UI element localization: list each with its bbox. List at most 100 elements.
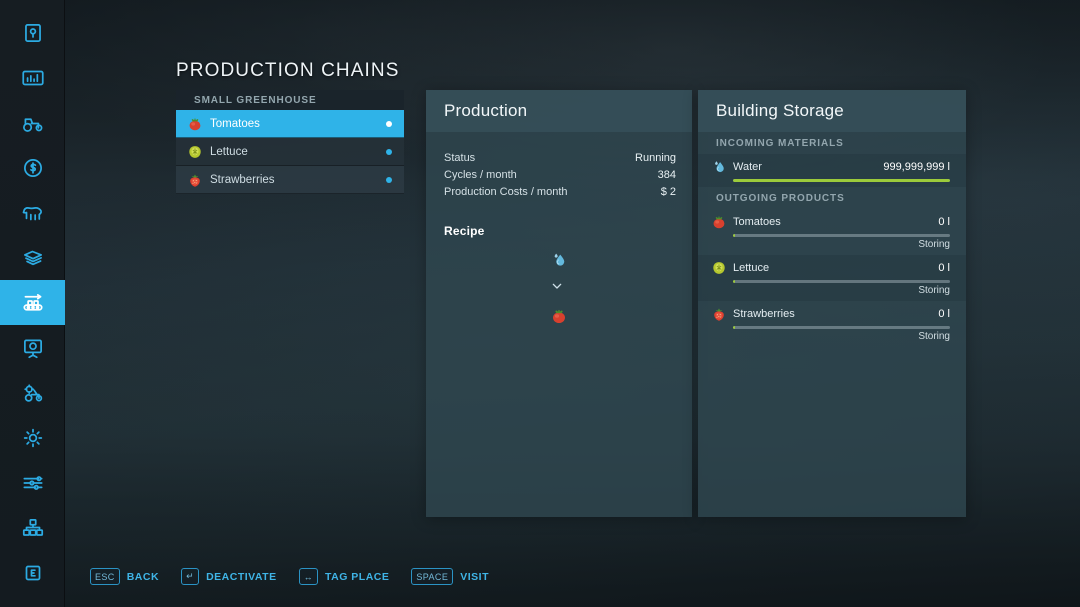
sidebar-item-animals[interactable] bbox=[0, 190, 65, 235]
production-stat-label: Cycles / month bbox=[444, 169, 517, 181]
statistics-icon bbox=[20, 65, 46, 91]
ai-worker-icon bbox=[20, 335, 46, 361]
incoming-materials-list: Water999,999,999 l bbox=[698, 154, 966, 187]
storage-item-amount: 0 l bbox=[938, 262, 950, 274]
production-panel-title: Production bbox=[426, 90, 692, 132]
storage-fill-bar bbox=[733, 326, 950, 329]
storage-row: Lettuce0 l Storing bbox=[698, 255, 966, 301]
sidebar-item-ai-worker[interactable] bbox=[0, 325, 65, 370]
production-list-item[interactable]: Strawberries bbox=[176, 166, 404, 194]
hotkey-key: ↵ bbox=[181, 568, 199, 585]
tomato-icon bbox=[186, 115, 204, 133]
page-title: PRODUCTION CHAINS bbox=[176, 60, 400, 82]
hotkey-deactivate[interactable]: ↵ DEACTIVATE bbox=[181, 568, 277, 585]
production-group-header: SMALL GREENHOUSE bbox=[176, 90, 404, 110]
storage-item-state: Storing bbox=[710, 239, 950, 250]
sidebar-item-vehicles[interactable] bbox=[0, 100, 65, 145]
recipe-heading: Recipe bbox=[426, 224, 692, 238]
production-stat-value: Running bbox=[635, 152, 676, 164]
settings-gear-icon bbox=[20, 425, 46, 451]
production-stats: Status Running Cycles / month 384 Production… bbox=[426, 149, 692, 200]
storage-fill-bar bbox=[733, 280, 950, 283]
production-list-item[interactable]: Tomatoes bbox=[176, 110, 404, 138]
tomato-icon bbox=[549, 313, 569, 330]
water-drop-icon bbox=[710, 158, 728, 176]
game-settings-icon bbox=[20, 470, 46, 496]
storage-row: Tomatoes0 l Storing bbox=[698, 209, 966, 255]
storage-row: Strawberries0 l Storing bbox=[698, 301, 966, 347]
production-stat-value: 384 bbox=[658, 169, 676, 181]
production-item-label: Strawberries bbox=[210, 174, 386, 186]
production-list-panel: SMALL GREENHOUSE Tomatoes Lettuce Strawber… bbox=[176, 90, 404, 194]
recipe-arrow bbox=[549, 278, 569, 300]
tomato-icon bbox=[710, 213, 728, 231]
sidebar-item-multiplayer[interactable] bbox=[0, 505, 65, 550]
contracts-icon bbox=[20, 245, 46, 271]
production-stat-label: Status bbox=[444, 152, 475, 164]
strawberry-icon bbox=[710, 305, 728, 323]
sidebar-item-game-settings[interactable] bbox=[0, 460, 65, 505]
hotkey-key: ESC bbox=[90, 568, 120, 585]
vehicle-config-icon bbox=[20, 380, 46, 406]
water-drop-icon bbox=[549, 257, 569, 274]
production-item-label: Tomatoes bbox=[210, 118, 386, 130]
hotkey-label: BACK bbox=[127, 571, 159, 583]
hotkey-label: TAG PLACE bbox=[325, 571, 389, 583]
production-stat-row: Status Running bbox=[426, 149, 692, 166]
production-item-label: Lettuce bbox=[210, 146, 386, 158]
lettuce-icon bbox=[710, 259, 728, 277]
hotkey-tag-place[interactable]: ↔ TAG PLACE bbox=[299, 568, 390, 585]
storage-fill-bar bbox=[733, 234, 950, 237]
strawberry-icon bbox=[186, 171, 204, 189]
vehicles-icon bbox=[20, 110, 46, 136]
production-stat-label: Production Costs / month bbox=[444, 186, 568, 198]
sidebar-item-contracts[interactable] bbox=[0, 235, 65, 280]
production-list-item[interactable]: Lettuce bbox=[176, 138, 404, 166]
storage-item-amount: 0 l bbox=[938, 216, 950, 228]
left-sidebar bbox=[0, 0, 65, 607]
production-stat-value: $ 2 bbox=[661, 186, 676, 198]
multiplayer-icon bbox=[20, 515, 46, 541]
storage-item-amount: 0 l bbox=[938, 308, 950, 320]
hotkey-bar: ESC BACK ↵ DEACTIVATE ↔ TAG PLACE SPACEVISIT bbox=[90, 568, 489, 585]
exit-icon bbox=[20, 560, 46, 586]
production-status-dot bbox=[386, 177, 392, 183]
storage-item-name: Water bbox=[733, 161, 883, 173]
hotkey-label: DEACTIVATE bbox=[206, 571, 277, 583]
sidebar-item-statistics[interactable] bbox=[0, 55, 65, 100]
hotkey-back[interactable]: ESC BACK bbox=[90, 568, 159, 585]
sidebar-item-map[interactable] bbox=[0, 10, 65, 55]
production-stat-row: Cycles / month 384 bbox=[426, 166, 692, 183]
production-status-dot bbox=[386, 149, 392, 155]
map-marker-icon bbox=[20, 20, 46, 46]
hotkey-visit[interactable]: SPACEVISIT bbox=[411, 568, 489, 585]
storage-row: Water999,999,999 l bbox=[698, 154, 966, 187]
storage-item-state: Storing bbox=[710, 285, 950, 296]
hotkey-label: VISIT bbox=[460, 571, 489, 583]
sidebar-item-vehicle-config[interactable] bbox=[0, 370, 65, 415]
storage-item-name: Lettuce bbox=[733, 262, 938, 274]
production-status-dot bbox=[386, 121, 392, 127]
sidebar-item-production[interactable] bbox=[0, 280, 65, 325]
incoming-materials-label: INCOMING MATERIALS bbox=[698, 132, 966, 154]
building-storage-panel: Building Storage INCOMING MATERIALS Wate… bbox=[698, 90, 966, 517]
lettuce-icon bbox=[186, 143, 204, 161]
sidebar-item-settings[interactable] bbox=[0, 415, 65, 460]
storage-item-amount: 999,999,999 l bbox=[883, 161, 950, 173]
storage-panel-title: Building Storage bbox=[698, 90, 966, 132]
storage-item-state: Storing bbox=[710, 331, 950, 342]
sidebar-item-exit[interactable] bbox=[0, 550, 65, 595]
storage-item-name: Tomatoes bbox=[733, 216, 938, 228]
outgoing-products-label: OUTGOING PRODUCTS bbox=[698, 187, 966, 209]
outgoing-products-list: Tomatoes0 lStoringLettuce0 lStoringStraw… bbox=[698, 209, 966, 347]
production-icon bbox=[20, 290, 46, 316]
recipe-output-tomatoes bbox=[549, 306, 569, 328]
production-list: Tomatoes Lettuce Strawberries bbox=[176, 110, 404, 194]
sidebar-item-finances[interactable] bbox=[0, 145, 65, 190]
hotkey-key: ↔ bbox=[299, 568, 318, 585]
recipe-input-water bbox=[549, 250, 569, 272]
chevron-down-icon bbox=[549, 281, 565, 298]
production-stat-row: Production Costs / month $ 2 bbox=[426, 183, 692, 200]
storage-item-name: Strawberries bbox=[733, 308, 938, 320]
animals-icon bbox=[20, 200, 46, 226]
